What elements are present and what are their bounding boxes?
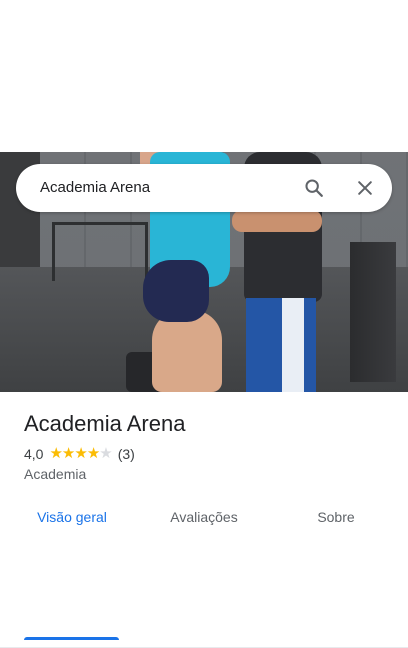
place-title: Academia Arena <box>24 411 186 436</box>
star-icon: ★ <box>86 445 100 462</box>
photo-trainer-arm <box>232 210 322 232</box>
photo-rack-left <box>52 222 148 281</box>
star-icon: ★ <box>61 445 75 462</box>
place-info-panel: Academia Arena 4,0 ★ ★ ★ ★ ★ (3) Academi… <box>0 392 408 648</box>
star-empty-icon: ★ <box>99 445 112 462</box>
rating-stars: ★ ★ ★ ★ ★ <box>49 445 112 463</box>
search-bar[interactable]: Academia Arena <box>16 164 392 212</box>
photo-trainer-shorts <box>246 298 316 392</box>
map-blank-area <box>0 0 408 152</box>
photo-rack-right <box>350 242 396 382</box>
close-icon[interactable] <box>353 176 377 200</box>
photo-trainer-stripe <box>282 298 304 392</box>
review-count[interactable]: (3) <box>118 446 135 462</box>
star-icon: ★ <box>49 445 62 462</box>
rating-row[interactable]: 4,0 ★ ★ ★ ★ ★ (3) <box>24 445 135 463</box>
rating-value: 4,0 <box>24 446 44 462</box>
place-tabs: Visão geral Avaliações Sobre <box>0 496 408 648</box>
photo-person-shorts <box>143 260 209 322</box>
search-icon[interactable] <box>302 176 326 200</box>
star-icon: ★ <box>74 445 87 462</box>
active-tab-indicator <box>24 637 119 640</box>
search-query[interactable]: Academia Arena <box>40 178 150 198</box>
tab-about[interactable]: Sobre <box>280 496 392 540</box>
place-category[interactable]: Academia <box>24 465 86 483</box>
photo-person-leg <box>152 310 222 392</box>
tab-overview[interactable]: Visão geral <box>16 496 128 540</box>
tab-reviews[interactable]: Avaliações <box>148 496 260 540</box>
